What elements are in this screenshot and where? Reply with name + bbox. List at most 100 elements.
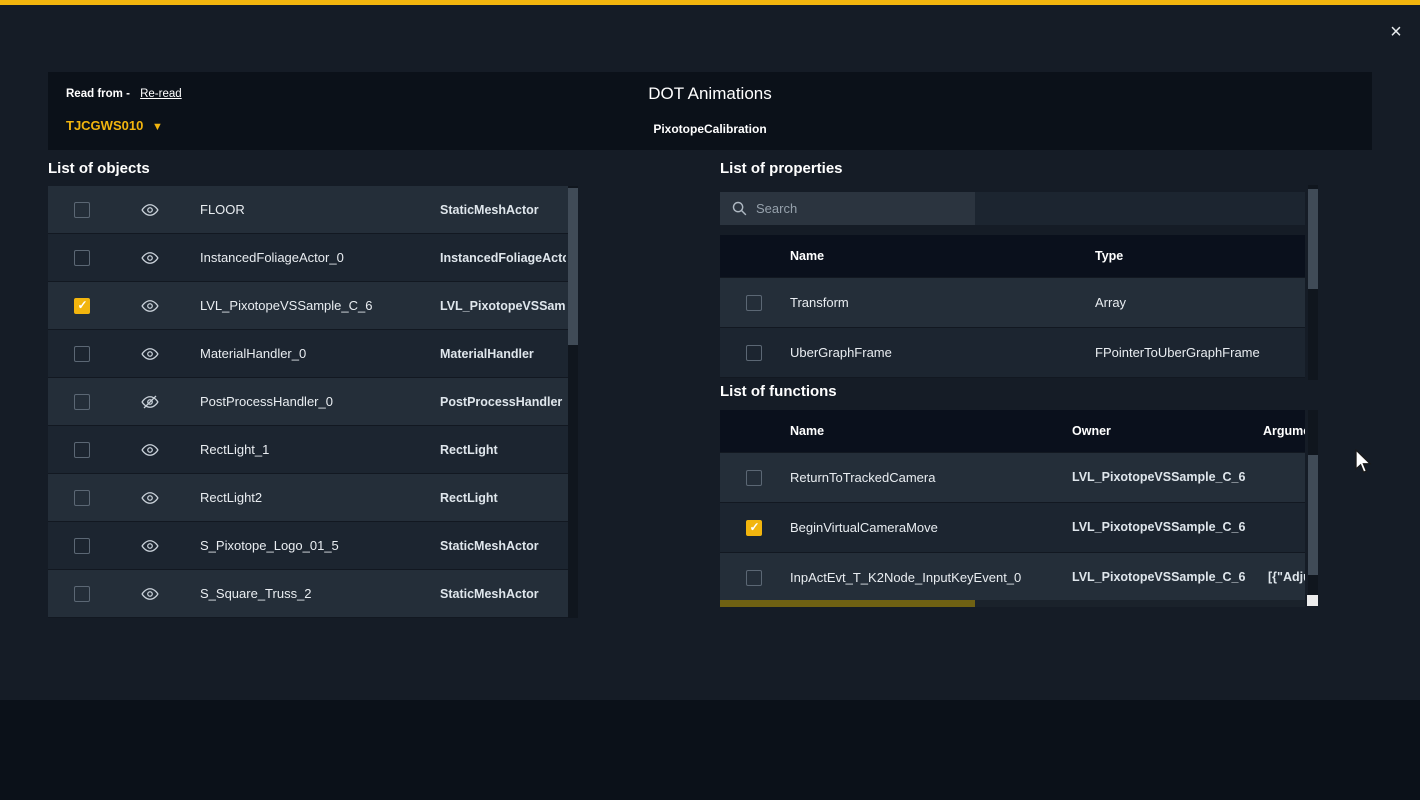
visibility-off-icon[interactable] [141,393,159,411]
scrollbar-thumb[interactable] [1308,189,1318,289]
object-type: StaticMeshActor [440,203,566,217]
row-checkbox[interactable] [746,520,762,536]
dialog-subtitle: PixotopeCalibration [48,122,1372,136]
row-checkbox[interactable] [74,490,90,506]
object-type: InstancedFoliageActor [440,251,566,265]
properties-vertical-scrollbar[interactable] [1308,185,1318,380]
object-type: LVL_PixotopeVSSample_C [440,299,566,313]
row-checkbox[interactable] [746,570,762,586]
object-name: PostProcessHandler_0 [200,394,430,409]
objects-list: FLOOR StaticMeshActor InstancedFoliageAc… [48,186,578,618]
function-name: BeginVirtualCameraMove [790,520,1065,535]
search-box [720,192,975,225]
visibility-icon[interactable] [141,297,159,315]
functions-vertical-scrollbar[interactable] [1308,410,1318,596]
property-row[interactable]: Transform Array [720,278,1305,328]
properties-table-header: Name Type [720,235,1305,278]
row-checkbox[interactable] [74,442,90,458]
visibility-icon[interactable] [141,345,159,363]
object-type: MaterialHandler [440,347,566,361]
property-name: Transform [790,295,1080,310]
properties-toolbar-strip [975,192,1305,225]
functions-heading: List of functions [720,383,837,400]
function-owner: LVL_PixotopeVSSample_C_6 [1072,520,1262,534]
function-row[interactable]: BeginVirtualCameraMove LVL_PixotopeVSSam… [720,503,1305,553]
visibility-icon[interactable] [141,489,159,507]
object-type: StaticMeshActor [440,587,566,601]
objects-heading: List of objects [48,160,150,177]
visibility-icon[interactable] [141,537,159,555]
row-checkbox[interactable] [74,298,90,314]
object-name: S_Pixotope_Logo_01_5 [200,538,430,553]
property-type: FPointerToUberGraphFrame [1095,345,1300,360]
row-checkbox[interactable] [74,394,90,410]
top-accent-bar [0,0,1420,5]
properties-heading: List of properties [720,160,843,177]
scrollbar-thumb[interactable] [1308,455,1318,575]
functions-table-header: Name Owner Arguments [720,410,1305,453]
row-checkbox[interactable] [746,295,762,311]
search-input[interactable] [756,192,966,225]
column-header-owner: Owner [1072,424,1111,438]
mouse-cursor-icon [1353,449,1373,480]
object-row[interactable]: LVL_PixotopeVSSample_C_6 LVL_PixotopeVSS… [48,282,578,330]
object-name: LVL_PixotopeVSSample_C_6 [200,298,430,313]
scrollbar-thumb[interactable] [720,600,975,607]
object-type: RectLight [440,443,566,457]
dialog-title: DOT Animations [48,84,1372,104]
dialog-header: Read from - Re-read TJCGWS010 ▼ DOT Anim… [48,72,1372,150]
functions-horizontal-scrollbar[interactable] [720,600,1305,607]
objects-panel: FLOOR StaticMeshActor InstancedFoliageAc… [48,186,578,618]
object-row[interactable]: S_Pixotope_Logo_01_5 StaticMeshActor [48,522,578,570]
function-owner: LVL_PixotopeVSSample_C_6 [1072,470,1262,484]
function-name: InpActEvt_T_K2Node_InputKeyEvent_0 [790,570,1065,585]
visibility-icon[interactable] [141,441,159,459]
dialog: × Read from - Re-read TJCGWS010 ▼ DOT An… [0,0,1420,800]
functions-panel: Name Owner Arguments ReturnToTrackedCame… [720,408,1320,608]
search-icon [731,200,748,217]
object-type: PostProcessHandler [440,395,566,409]
footer-bar: Cancel Select [0,700,1420,800]
row-checkbox[interactable] [74,202,90,218]
property-name: UberGraphFrame [790,345,1080,360]
function-owner: LVL_PixotopeVSSample_C_6 [1072,570,1262,584]
object-row[interactable]: MaterialHandler_0 MaterialHandler [48,330,578,378]
scrollbar-corner [1307,595,1318,606]
object-row[interactable]: FLOOR StaticMeshActor [48,186,578,234]
object-name: S_Square_Truss_2 [200,586,430,601]
object-name: RectLight2 [200,490,430,505]
visibility-icon[interactable] [141,201,159,219]
object-type: RectLight [440,491,566,505]
properties-panel: Name Type Transform Array UberGraphFrame… [720,185,1320,380]
object-row[interactable]: RectLight_1 RectLight [48,426,578,474]
property-row[interactable]: UberGraphFrame FPointerToUberGraphFrame [720,328,1305,378]
object-name: FLOOR [200,202,430,217]
object-type: StaticMeshActor [440,539,566,553]
function-row[interactable]: ReturnToTrackedCamera LVL_PixotopeVSSamp… [720,453,1305,503]
object-row[interactable]: RectLight2 RectLight [48,474,578,522]
visibility-icon[interactable] [141,585,159,603]
row-checkbox[interactable] [74,538,90,554]
close-icon[interactable]: × [1384,20,1408,44]
objects-vertical-scrollbar[interactable] [568,186,578,618]
object-row[interactable]: PostProcessHandler_0 PostProcessHandler [48,378,578,426]
row-checkbox[interactable] [746,345,762,361]
object-row[interactable]: InstancedFoliageActor_0 InstancedFoliage… [48,234,578,282]
function-arguments: [{"Adjus [1268,570,1305,584]
column-header-name: Name [790,249,824,263]
row-checkbox[interactable] [74,346,90,362]
property-type: Array [1095,295,1300,310]
object-row[interactable]: S_Square_Truss_2 StaticMeshActor [48,570,578,618]
row-checkbox[interactable] [74,250,90,266]
column-header-arguments: Arguments [1263,424,1305,438]
row-checkbox[interactable] [74,586,90,602]
object-name: InstancedFoliageActor_0 [200,250,430,265]
object-name: RectLight_1 [200,442,430,457]
function-row[interactable]: InpActEvt_T_K2Node_InputKeyEvent_0 LVL_P… [720,553,1305,603]
visibility-icon[interactable] [141,249,159,267]
scrollbar-thumb[interactable] [568,188,578,345]
column-header-type: Type [1095,249,1123,263]
row-checkbox[interactable] [746,470,762,486]
function-name: ReturnToTrackedCamera [790,470,1065,485]
object-name: MaterialHandler_0 [200,346,430,361]
